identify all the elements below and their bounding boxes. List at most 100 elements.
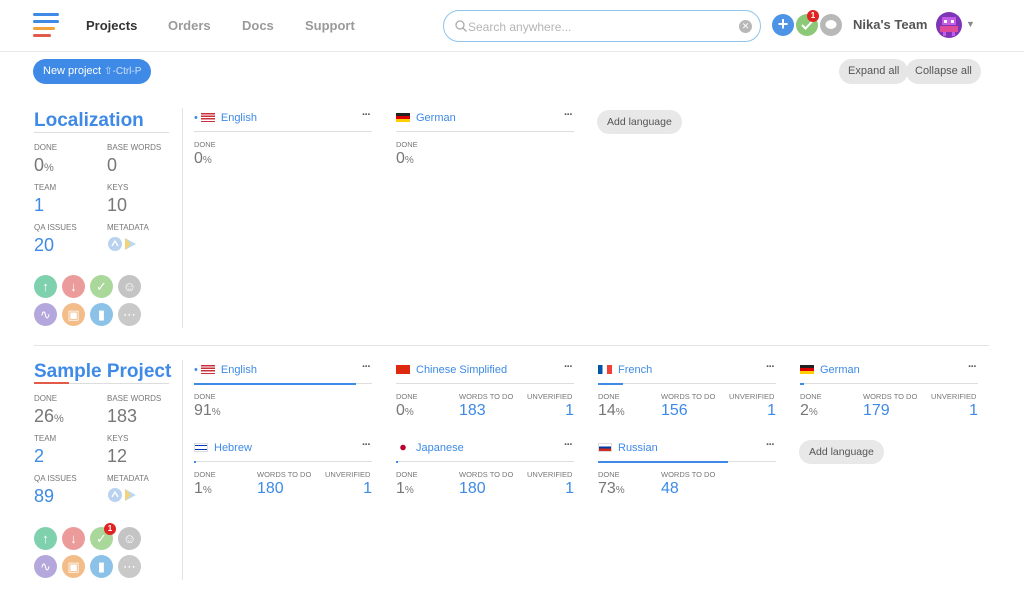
chevron-down-icon[interactable]: ▼ [966,19,975,29]
shortcut-hint: ⇧-Ctrl-P [104,66,142,77]
team-label: TEAM [34,183,57,192]
language-name: French [618,364,653,376]
language-menu-icon[interactable]: ··· [362,109,371,121]
team-name[interactable]: Nika's Team [853,17,927,32]
words-to-do-value[interactable]: 48 [661,480,679,498]
screenshots-icon[interactable]: ▣ [62,555,85,578]
language-progress-bar [396,383,574,384]
done-value: 14% [598,402,625,419]
unverified-value[interactable]: 1 [527,480,574,498]
project-title[interactable]: Localization [34,110,144,132]
language-name: Russian [618,442,658,454]
team-label: TEAM [34,434,57,443]
language-menu-icon[interactable]: ··· [564,361,573,373]
unverified-value[interactable]: 1 [527,402,574,420]
language-progress-bar [800,382,978,385]
add-icon[interactable]: + [772,14,794,36]
words-to-do-value[interactable]: 183 [459,402,486,420]
team-value[interactable]: 1 [34,195,44,216]
language-name: German [820,364,860,376]
more-icon[interactable]: ⋯ [118,303,141,326]
download-icon[interactable]: ↓ [62,527,85,550]
activity-icon[interactable]: ∿ [34,555,57,578]
base-words-value: 183 [107,406,138,426]
nav-orders[interactable]: Orders [168,18,211,33]
unverified-label: UNVERIFIED [325,470,371,479]
upload-icon[interactable]: ↑ [34,275,57,298]
done-value: 2% [800,402,818,419]
unverified-value[interactable]: 1 [931,402,978,420]
nav-docs[interactable]: Docs [242,18,274,33]
download-icon[interactable]: ↓ [62,275,85,298]
lokalise-logo-icon[interactable] [33,13,59,37]
metadata-label: METADATA [107,223,149,232]
done-value: 1% [396,480,414,497]
unverified-value[interactable]: 1 [325,480,372,498]
words-to-do-value[interactable]: 156 [661,402,688,420]
language-menu-icon[interactable]: ··· [362,361,371,373]
metadata-icons[interactable] [107,487,147,508]
screenshots-icon[interactable]: ▣ [62,303,85,326]
upload-icon[interactable]: ↑ [34,527,57,550]
keys-value: 12 [107,446,128,466]
words-to-do-label: WORDS TO DO [459,392,514,401]
nav-projects[interactable]: Projects [86,18,137,33]
keys-label: KEYS [107,183,129,192]
language-name: Hebrew [214,442,252,454]
words-to-do-label: WORDS TO DO [863,392,918,401]
qa-issues-label: QA ISSUES [34,474,77,483]
clear-search-icon[interactable]: ✕ [739,20,752,33]
new-project-button[interactable]: New project ⇧-Ctrl-P [33,59,152,84]
done-label: DONE [194,140,216,149]
collapse-all-button[interactable]: Collapse all [906,59,981,84]
contributors-icon[interactable]: ☺ [118,275,141,298]
notification-badge: 1 [807,10,819,22]
tasks-badge: 1 [104,523,116,535]
unverified-label: UNVERIFIED [527,392,573,401]
language-menu-icon[interactable]: ··· [766,439,775,451]
add-language-button[interactable]: Add language [799,440,884,464]
language-menu-icon[interactable]: ··· [362,439,371,451]
done-label: DONE [598,392,620,401]
search-input[interactable] [468,17,738,37]
words-to-do-value[interactable]: 180 [257,480,284,498]
project-title-underline [34,132,169,133]
language-menu-icon[interactable]: ··· [564,109,573,121]
done-label: DONE [194,392,216,401]
add-language-button[interactable]: Add language [597,110,682,134]
unverified-label: UNVERIFIED [931,392,977,401]
user-avatar[interactable] [936,12,962,38]
us-flag-icon [200,113,215,122]
qa-issues-value[interactable]: 20 [34,235,54,256]
language-progress-bar [194,460,372,463]
words-to-do-value[interactable]: 179 [863,402,890,420]
project-title[interactable]: Sample Project [34,361,171,383]
japan-flag-icon [396,443,410,452]
done-value: 0% [34,155,54,175]
search-box: ✕ [443,10,761,42]
language-name: English [220,112,257,124]
german-flag-icon [396,113,410,122]
language-menu-icon[interactable]: ··· [968,361,977,373]
chat-icon[interactable] [820,14,842,36]
russia-flag-icon [598,443,612,452]
nav-support[interactable]: Support [305,18,355,33]
language-menu-icon[interactable]: ··· [564,439,573,451]
german-flag-icon [800,365,814,374]
language-name: Chinese Simplified [416,364,508,376]
more-icon[interactable]: ⋯ [118,555,141,578]
qa-issues-value[interactable]: 89 [34,486,54,507]
activity-icon[interactable]: ∿ [34,303,57,326]
contributors-icon[interactable]: ☺ [118,527,141,550]
glossary-icon[interactable]: ▮ [90,303,113,326]
done-value: 26% [34,406,64,426]
tasks-icon[interactable]: ✓ [90,275,113,298]
expand-all-button[interactable]: Expand all [839,59,909,84]
words-to-do-value[interactable]: 180 [459,480,486,498]
china-flag-icon [396,365,410,374]
unverified-value[interactable]: 1 [729,402,776,420]
metadata-icons[interactable] [107,236,147,257]
glossary-icon[interactable]: ▮ [90,555,113,578]
language-menu-icon[interactable]: ··· [766,361,775,373]
team-value[interactable]: 2 [34,446,44,467]
